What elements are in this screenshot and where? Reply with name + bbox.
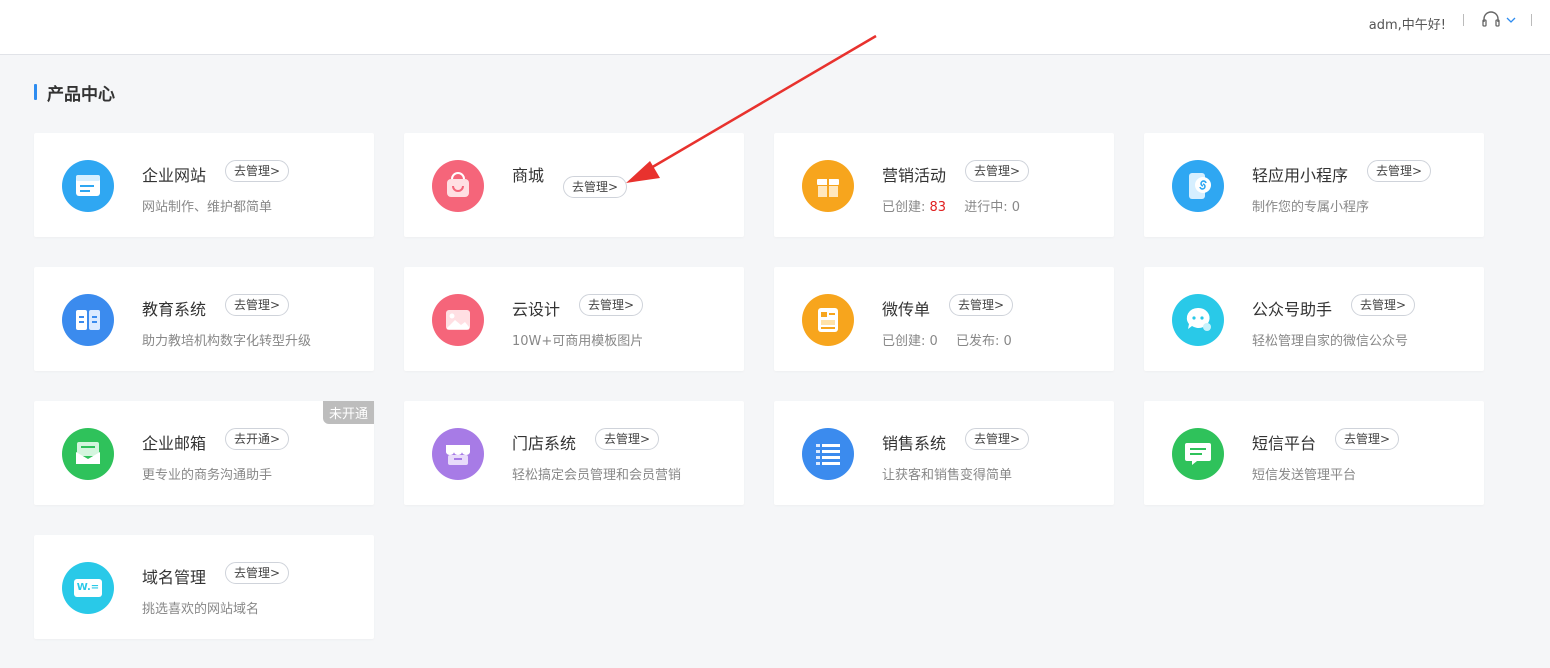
product-name: 教育系统 xyxy=(142,300,207,319)
gift-icon xyxy=(802,160,854,212)
created-label: 已创建: xyxy=(882,334,926,349)
greeting-text: adm,中午好! xyxy=(1368,18,1446,33)
product-card-mall[interactable]: 商城 去管理> xyxy=(404,133,744,237)
top-bar: adm,中午好! xyxy=(0,0,1550,55)
product-name: 轻应用小程序 xyxy=(1252,166,1349,185)
product-description: 制作您的专属小程序 xyxy=(1252,200,1370,215)
shopping-bag-icon xyxy=(432,160,484,212)
product-card-store[interactable]: 门店系统 去管理> 轻松搞定会员管理和会员营销 xyxy=(404,401,744,505)
list-icon xyxy=(802,428,854,480)
product-description: 更专业的商务沟通助手 xyxy=(142,468,273,483)
section-header: 产品中心 xyxy=(34,82,115,105)
website-icon xyxy=(62,160,114,212)
product-name: 商城 xyxy=(512,166,545,185)
manage-button[interactable]: 去管理> xyxy=(965,160,1030,182)
manage-button[interactable]: 去管理> xyxy=(225,562,290,584)
section-accent-bar xyxy=(34,84,37,100)
product-description: 轻松管理自家的微信公众号 xyxy=(1252,334,1409,349)
product-name: 微传单 xyxy=(882,300,931,319)
created-value: 83 xyxy=(929,200,947,215)
manage-button[interactable]: 去管理> xyxy=(563,176,628,198)
image-icon xyxy=(432,294,484,346)
product-name: 短信平台 xyxy=(1252,434,1317,453)
created-value: 0 xyxy=(929,334,938,349)
ongoing-label: 进行中: xyxy=(964,200,1008,215)
manage-button[interactable]: 去管理> xyxy=(225,160,290,182)
product-stats: 已创建: 83 进行中: 0 xyxy=(882,196,1020,215)
chat-bubble-icon xyxy=(1172,294,1224,346)
domain-icon: W.= xyxy=(62,562,114,614)
mini-program-icon xyxy=(1172,160,1224,212)
manage-button[interactable]: 去管理> xyxy=(1335,428,1400,450)
product-name: 门店系统 xyxy=(512,434,577,453)
product-name: 云设计 xyxy=(512,300,561,319)
product-card-miniapp[interactable]: 轻应用小程序 去管理> 制作您的专属小程序 xyxy=(1144,133,1484,237)
store-icon xyxy=(432,428,484,480)
product-name: 企业邮箱 xyxy=(142,434,207,453)
manage-button[interactable]: 去管理> xyxy=(949,294,1014,316)
product-card-flyer[interactable]: 微传单 去管理> 已创建: 0 已发布: 0 xyxy=(774,267,1114,371)
product-description: 轻松搞定会员管理和会员营销 xyxy=(512,468,682,483)
activate-button[interactable]: 去开通> xyxy=(225,428,290,450)
product-description: 网站制作、维护都简单 xyxy=(142,200,273,215)
manage-button[interactable]: 去管理> xyxy=(1367,160,1432,182)
status-badge: 未开通 xyxy=(322,401,374,424)
product-card-education[interactable]: 教育系统 去管理> 助力教培机构数字化转型升级 xyxy=(34,267,374,371)
product-description: 10W+可商用模板图片 xyxy=(512,334,644,349)
published-value: 0 xyxy=(1003,334,1012,349)
product-card-website[interactable]: 企业网站 去管理> 网站制作、维护都简单 xyxy=(34,133,374,237)
product-description: 挑选喜欢的网站域名 xyxy=(142,602,260,617)
support-menu[interactable] xyxy=(1481,11,1516,29)
published-label: 已发布: xyxy=(955,334,1000,349)
created-label: 已创建: xyxy=(882,200,926,215)
manage-button[interactable]: 去管理> xyxy=(595,428,660,450)
manage-button[interactable]: 去管理> xyxy=(965,428,1030,450)
product-name: 公众号助手 xyxy=(1252,300,1333,319)
product-card-marketing[interactable]: 营销活动 去管理> 已创建: 83 进行中: 0 xyxy=(774,133,1114,237)
divider xyxy=(1531,14,1532,26)
headset-icon xyxy=(1482,11,1500,27)
product-description: 短信发送管理平台 xyxy=(1252,468,1357,483)
product-stats: 已创建: 0 已发布: 0 xyxy=(882,330,1012,349)
ongoing-value: 0 xyxy=(1011,200,1021,215)
product-name: 域名管理 xyxy=(142,568,207,587)
product-card-mail[interactable]: 未开通 企业邮箱 去开通> 更专业的商务沟通助手 xyxy=(34,401,374,505)
product-description: 让获客和销售变得简单 xyxy=(882,468,1013,483)
product-card-sms[interactable]: 短信平台 去管理> 短信发送管理平台 xyxy=(1144,401,1484,505)
section-title: 产品中心 xyxy=(47,84,115,105)
mail-icon xyxy=(62,428,114,480)
book-icon xyxy=(62,294,114,346)
flyer-icon xyxy=(802,294,854,346)
product-description: 助力教培机构数字化转型升级 xyxy=(142,334,312,349)
divider xyxy=(1463,14,1464,26)
message-icon xyxy=(1172,428,1224,480)
product-card-wechat[interactable]: 公众号助手 去管理> 轻松管理自家的微信公众号 xyxy=(1144,267,1484,371)
manage-button[interactable]: 去管理> xyxy=(579,294,644,316)
product-card-clouddesign[interactable]: 云设计 去管理> 10W+可商用模板图片 xyxy=(404,267,744,371)
chevron-down-icon xyxy=(1506,17,1516,23)
manage-button[interactable]: 去管理> xyxy=(1351,294,1416,316)
product-card-domain[interactable]: W.= 域名管理 去管理> 挑选喜欢的网站域名 xyxy=(34,535,374,639)
product-name: 营销活动 xyxy=(882,166,947,185)
domain-icon-label: W.= xyxy=(76,582,100,593)
product-name: 销售系统 xyxy=(882,434,947,453)
manage-button[interactable]: 去管理> xyxy=(225,294,290,316)
product-card-sales[interactable]: 销售系统 去管理> 让获客和销售变得简单 xyxy=(774,401,1114,505)
product-name: 企业网站 xyxy=(142,166,207,185)
